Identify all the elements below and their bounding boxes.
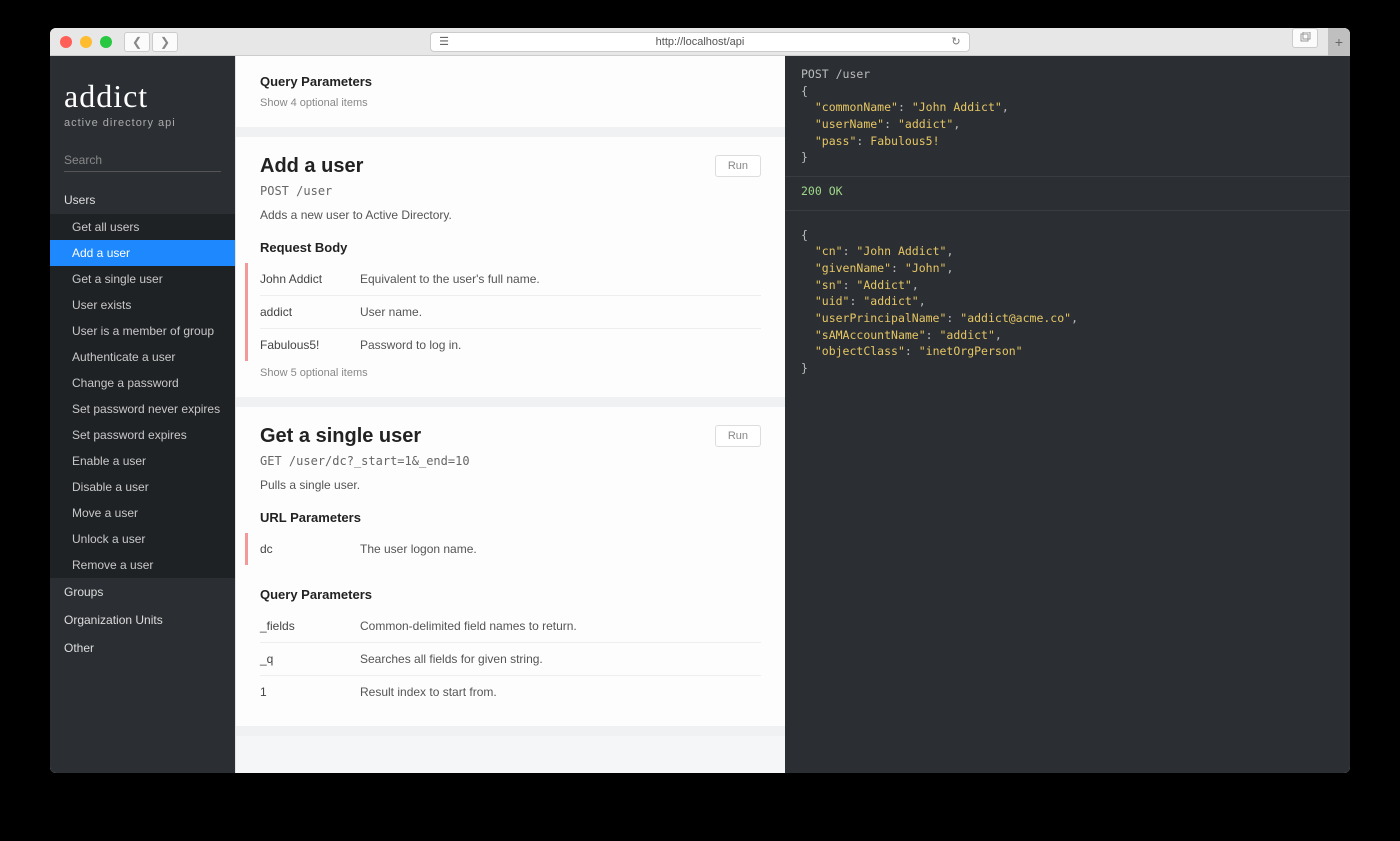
sidebar-item[interactable]: Remove a user: [50, 552, 235, 578]
reader-icon: ☰: [431, 35, 457, 48]
response-line: "sn": "Addict",: [801, 277, 1334, 294]
minimize-icon[interactable]: [80, 36, 92, 48]
response-line: "userName": "addict",: [801, 116, 1334, 133]
param-desc: Password to log in.: [360, 338, 761, 352]
nav: UsersGet all usersAdd a userGet a single…: [50, 186, 235, 773]
param-row: addictUser name.: [260, 295, 761, 328]
response-line: "cn": "John Addict",: [801, 243, 1334, 260]
response-panel: POST /user { "commonName": "John Addict"…: [785, 56, 1350, 773]
param-desc: User name.: [360, 305, 761, 319]
nav-group[interactable]: Organization Units: [50, 606, 235, 634]
qp-heading: Query Parameters: [260, 74, 761, 89]
response-line: "sAMAccountName": "addict",: [801, 327, 1334, 344]
response-line: "pass": Fabulous5!: [801, 133, 1334, 150]
section-title-get-single: Get a single user: [260, 425, 761, 448]
param-desc: The user logon name.: [360, 542, 761, 556]
sidebar-item[interactable]: Add a user: [50, 240, 235, 266]
tabs-button[interactable]: [1292, 28, 1318, 48]
response-line: "objectClass": "inetOrgPerson": [801, 343, 1334, 360]
param-name: dc: [260, 542, 360, 556]
titlebar: ❮ ❯ ☰ http://localhost/api ↻ +: [50, 28, 1350, 56]
new-tab-button[interactable]: +: [1328, 28, 1350, 56]
sidebar-item[interactable]: Move a user: [50, 500, 235, 526]
param-desc: Searches all fields for given string.: [360, 652, 761, 666]
search-input[interactable]: [64, 149, 221, 172]
run-button[interactable]: Run: [715, 425, 761, 447]
response-status: 200 OK: [801, 183, 1334, 200]
address-bar[interactable]: ☰ http://localhost/api ↻: [430, 32, 970, 52]
response-line: "commonName": "John Addict",: [801, 99, 1334, 116]
nav-group[interactable]: Other: [50, 634, 235, 662]
section-title-add-user: Add a user: [260, 155, 761, 178]
param-name: John Addict: [260, 272, 360, 286]
param-desc: Common-delimited field names to return.: [360, 619, 761, 633]
param-name: 1: [260, 685, 360, 699]
param-name: Fabulous5!: [260, 338, 360, 352]
endpoint-get-single: GET /user/dc?_start=1&_end=10: [260, 454, 761, 468]
sidebar-item[interactable]: User exists: [50, 292, 235, 318]
forward-button[interactable]: ❯: [152, 32, 178, 52]
param-row: 1Result index to start from.: [260, 675, 761, 708]
desc-add-user: Adds a new user to Active Directory.: [260, 208, 761, 222]
nav-group[interactable]: Groups: [50, 578, 235, 606]
logo-title: addict: [64, 78, 221, 115]
docs-panel: Query Parameters Show 4 optional items R…: [235, 56, 785, 773]
url-params-heading: URL Parameters: [260, 510, 761, 525]
run-button[interactable]: Run: [715, 155, 761, 177]
url-text: http://localhost/api: [457, 36, 943, 48]
sidebar-item[interactable]: Disable a user: [50, 474, 235, 500]
show-optional-link[interactable]: Show 5 optional items: [260, 367, 761, 379]
sidebar-item[interactable]: Enable a user: [50, 448, 235, 474]
param-row: _fieldsCommon-delimited field names to r…: [260, 610, 761, 642]
endpoint-add-user: POST /user: [260, 184, 761, 198]
show-optional-link[interactable]: Show 4 optional items: [260, 97, 761, 109]
param-name: addict: [260, 305, 360, 319]
sidebar: addict active directory api UsersGet all…: [50, 56, 235, 773]
sidebar-item[interactable]: Get all users: [50, 214, 235, 240]
param-row: John AddictEquivalent to the user's full…: [260, 263, 761, 295]
param-desc: Result index to start from.: [360, 685, 761, 699]
sidebar-item[interactable]: User is a member of group: [50, 318, 235, 344]
param-name: _q: [260, 652, 360, 666]
response-line: "uid": "addict",: [801, 293, 1334, 310]
response-line: "givenName": "John",: [801, 260, 1334, 277]
sidebar-item[interactable]: Get a single user: [50, 266, 235, 292]
sidebar-item[interactable]: Change a password: [50, 370, 235, 396]
back-button[interactable]: ❮: [124, 32, 150, 52]
reload-icon[interactable]: ↻: [943, 35, 969, 48]
param-row: Fabulous5!Password to log in.: [260, 328, 761, 361]
desc-get-single: Pulls a single user.: [260, 478, 761, 492]
logo-subtitle: active directory api: [64, 117, 221, 129]
param-row: dcThe user logon name.: [260, 533, 761, 565]
response-endpoint: POST /user: [801, 66, 1334, 83]
browser-window: ❮ ❯ ☰ http://localhost/api ↻ + addict ac…: [50, 28, 1350, 773]
sidebar-item[interactable]: Set password never expires: [50, 396, 235, 422]
close-icon[interactable]: [60, 36, 72, 48]
qp-heading-single: Query Parameters: [260, 587, 761, 602]
sidebar-item[interactable]: Authenticate a user: [50, 344, 235, 370]
param-desc: Equivalent to the user's full name.: [360, 272, 761, 286]
param-name: _fields: [260, 619, 360, 633]
maximize-icon[interactable]: [100, 36, 112, 48]
response-line: "userPrincipalName": "addict@acme.co",: [801, 310, 1334, 327]
request-body-heading: Request Body: [260, 240, 761, 255]
param-row: _qSearches all fields for given string.: [260, 642, 761, 675]
nav-group[interactable]: Users: [50, 186, 235, 214]
sidebar-item[interactable]: Set password expires: [50, 422, 235, 448]
sidebar-item[interactable]: Unlock a user: [50, 526, 235, 552]
